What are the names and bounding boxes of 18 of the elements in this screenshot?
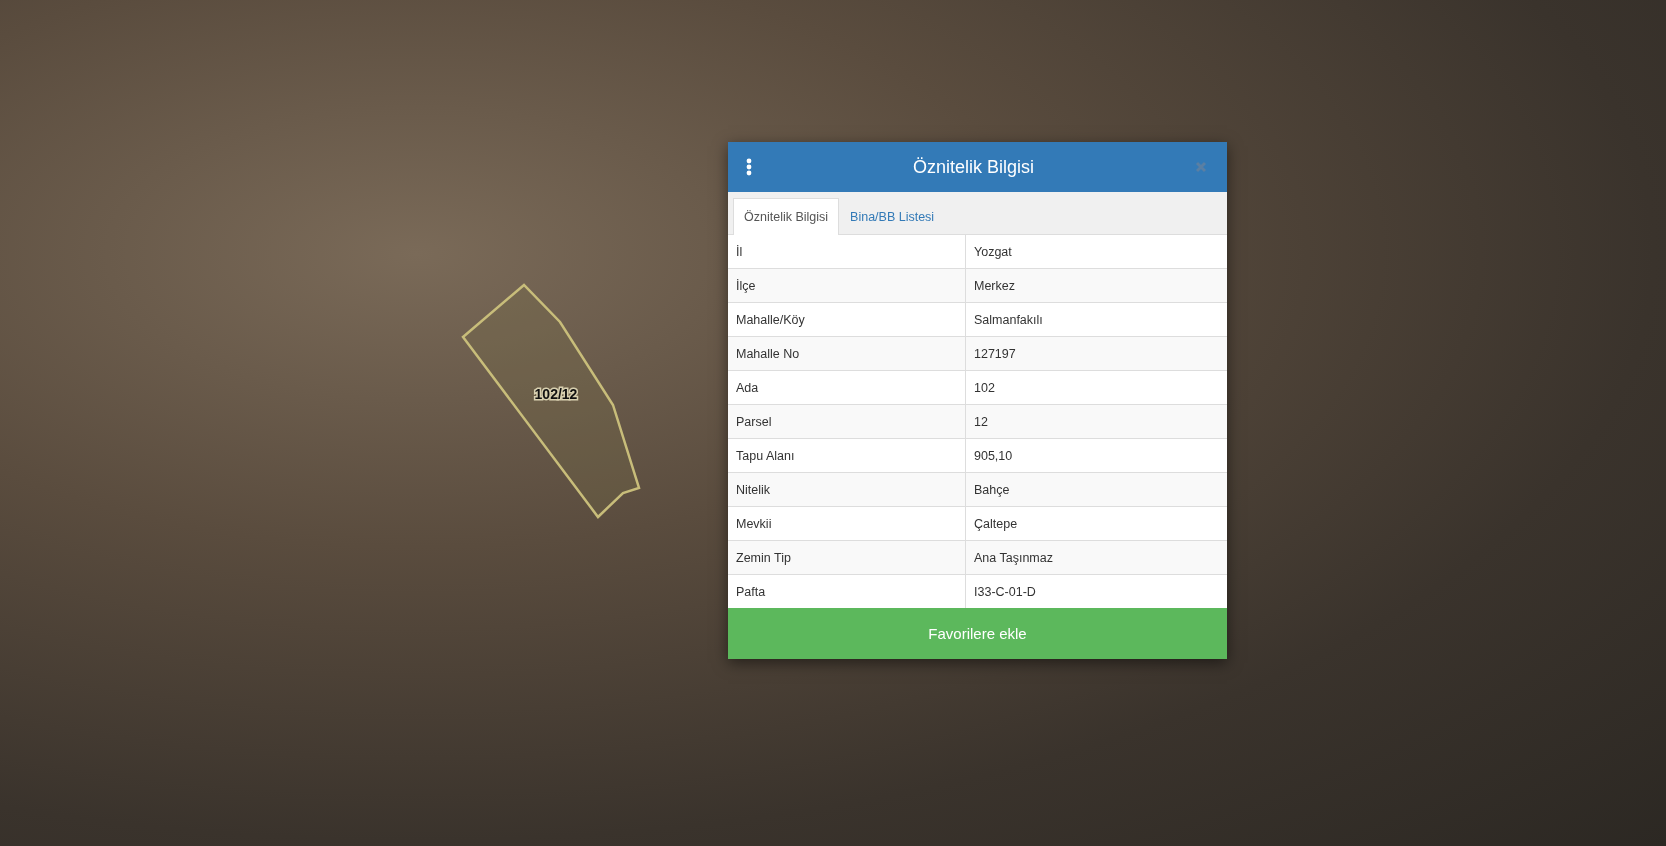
attribute-label: Zemin Tip — [735, 549, 792, 567]
add-to-favorites-button[interactable]: Favorilere ekle — [728, 608, 1227, 659]
parcel-outline[interactable] — [461, 283, 641, 519]
attribute-label: Ada — [735, 379, 760, 397]
attribute-label: Nitelik — [735, 481, 772, 499]
dialog-title: Öznitelik Bilgisi — [912, 156, 1034, 178]
attribute-label: Mahalle/Köy — [735, 311, 806, 329]
attribute-label: Mahalle No — [735, 345, 801, 363]
tab[interactable]: Bina/BB Listesi — [839, 198, 946, 235]
attribute-label: İlçe — [735, 277, 757, 295]
menu-icon[interactable] — [744, 156, 754, 178]
parcel-label: 102/12 — [534, 386, 578, 402]
attribute-label: İl — [735, 243, 744, 261]
attribute-label: Mevkii — [735, 515, 773, 533]
attribute-label: Tapu Alanı — [735, 447, 796, 465]
attribute-label: Pafta — [735, 583, 767, 601]
attribute-label: Parsel — [735, 413, 773, 431]
tab[interactable]: Öznitelik Bilgisi — [733, 198, 840, 235]
